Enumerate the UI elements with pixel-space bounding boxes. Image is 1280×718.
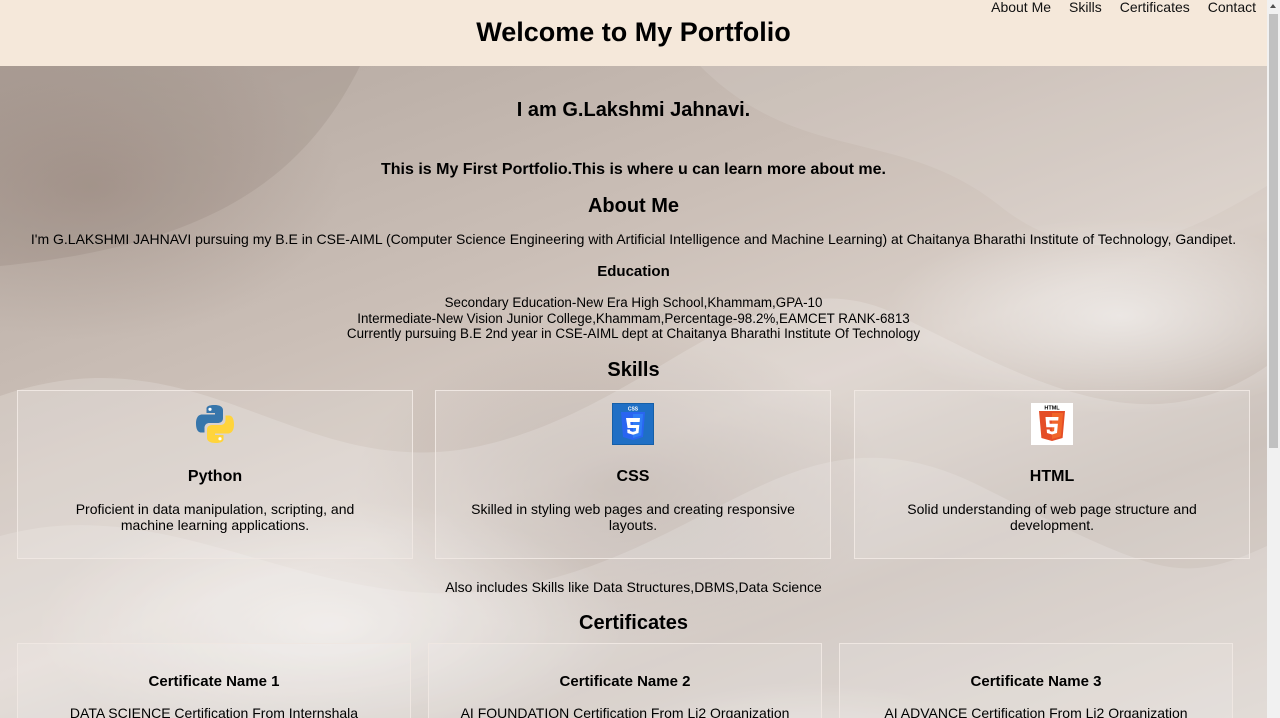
education-heading: Education (597, 263, 670, 280)
certificate-card: Certificate Name 2 AI FOUNDATION Certifi… (428, 643, 822, 718)
skill-card-python: Python Proficient in data manipulation, … (17, 390, 413, 559)
python-logo-icon (18, 403, 412, 445)
nav-link-skills[interactable]: Skills (1060, 0, 1111, 15)
certificate-card: Certificate Name 1 DATA SCIENCE Certific… (17, 643, 411, 718)
certificate-name: Certificate Name 2 (559, 673, 691, 690)
skill-name: Python (187, 468, 243, 485)
certificate-description: AI ADVANCE Certification From Li2 Organi… (884, 705, 1188, 718)
scrollbar-thumb[interactable] (1269, 14, 1278, 448)
intro-tagline: This is My First Portfolio.This is where… (381, 161, 886, 178)
skills-heading: Skills (607, 359, 660, 381)
skill-description: Skilled in styling web pages and creatin… (471, 501, 795, 533)
certificate-description: DATA SCIENCE Certification From Internsh… (69, 705, 359, 718)
skill-description: Proficient in data manipulation, scripti… (75, 501, 355, 533)
svg-text:HTML: HTML (1044, 406, 1060, 412)
nav-link-about-me[interactable]: About Me (982, 0, 1060, 15)
education-line: Currently pursuing B.E 2nd year in CSE-A… (346, 326, 921, 341)
certificate-name: Certificate Name 1 (148, 673, 280, 690)
nav-link-certificates[interactable]: Certificates (1111, 0, 1199, 15)
certificate-card: Certificate Name 3 AI ADVANCE Certificat… (839, 643, 1233, 718)
about-heading: About Me (587, 195, 680, 217)
vertical-scrollbar[interactable] (1267, 0, 1280, 718)
skill-card-css: CSS CSS Skilled in styling web pages and… (435, 390, 831, 559)
intro-name: I am G.Lakshmi Jahnavi. (516, 99, 751, 121)
education-line: Intermediate-New Vision Junior College,K… (357, 311, 910, 326)
css3-logo-icon: CSS (436, 403, 830, 445)
skills-extra-text: Also includes Skills like Data Structure… (445, 579, 822, 595)
skill-name: HTML (1029, 468, 1075, 485)
site-title: Welcome to My Portfolio (476, 17, 791, 47)
education-line: Secondary Education-New Era High School,… (444, 295, 823, 310)
about-text: I'm G.LAKSHMI JAHNAVI pursuing my B.E in… (30, 231, 1237, 247)
html5-logo-icon: HTML (855, 403, 1249, 445)
site-header: Welcome to My Portfolio About Me Skills … (0, 0, 1267, 66)
certificates-heading: Certificates (579, 612, 688, 634)
skill-description: Solid understanding of web page structur… (907, 501, 1197, 533)
svg-text:CSS: CSS (628, 407, 639, 413)
skill-name: CSS (616, 468, 650, 485)
certificate-description: AI FOUNDATION Certification From Li2 Org… (460, 705, 790, 718)
skill-card-html: HTML HTML Solid understanding of web pag… (854, 390, 1250, 559)
nav-link-contact[interactable]: Contact (1199, 0, 1265, 15)
scroll-up-arrow-icon[interactable] (1270, 4, 1276, 8)
certificate-name: Certificate Name 3 (970, 673, 1102, 690)
top-nav: About Me Skills Certificates Contact (982, 0, 1265, 15)
